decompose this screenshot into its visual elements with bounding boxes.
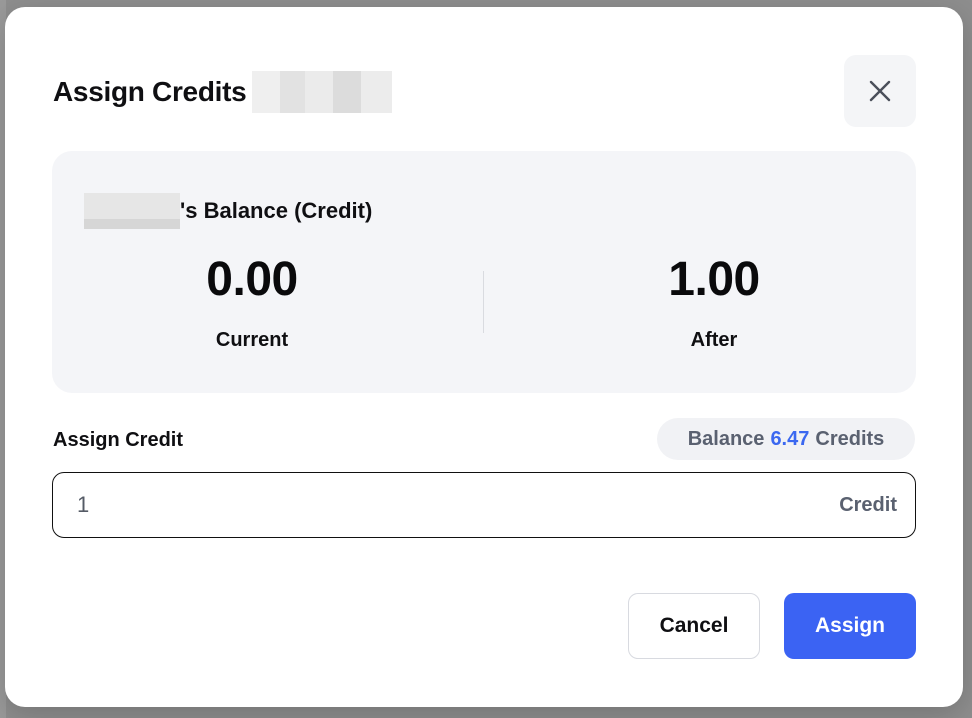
after-balance: 1.00 After (564, 251, 864, 352)
available-balance-badge: Balance 6.47 Credits (657, 418, 915, 460)
balance-heading-text: 's Balance (Credit) (180, 198, 373, 223)
balance-prefix: Balance (687, 427, 765, 450)
current-balance-value: 0.00 (206, 253, 298, 306)
dialog-title: Assign Credits (53, 76, 247, 107)
balance-heading: 's Balance (Credit) (84, 193, 372, 229)
assign-button[interactable]: Assign (784, 593, 916, 659)
credit-unit-suffix: Credit (839, 493, 897, 516)
assign-credit-label: Assign Credit (53, 429, 184, 451)
redacted-username (252, 71, 393, 113)
assign-credits-dialog: Assign Credits 's Balance (Credit) 0.00 … (5, 7, 963, 707)
cancel-button[interactable]: Cancel (628, 593, 760, 659)
current-balance-label: Current (215, 329, 289, 351)
balance-amount: 6.47 (770, 427, 810, 450)
close-button[interactable] (844, 55, 916, 127)
dialog-header: Assign Credits (53, 71, 393, 113)
after-balance-value: 1.00 (668, 253, 760, 306)
balance-card: 's Balance (Credit) 0.00 Current 1.00 Af… (52, 151, 916, 393)
balance-suffix: Credits (815, 427, 885, 450)
credit-amount-input[interactable] (77, 492, 840, 518)
after-balance-label: After (690, 329, 738, 351)
credit-amount-field[interactable]: Credit (52, 472, 916, 538)
current-balance: 0.00 Current (102, 251, 402, 352)
close-icon (869, 80, 891, 102)
redacted-user-name (84, 193, 180, 229)
balance-divider (483, 271, 484, 333)
